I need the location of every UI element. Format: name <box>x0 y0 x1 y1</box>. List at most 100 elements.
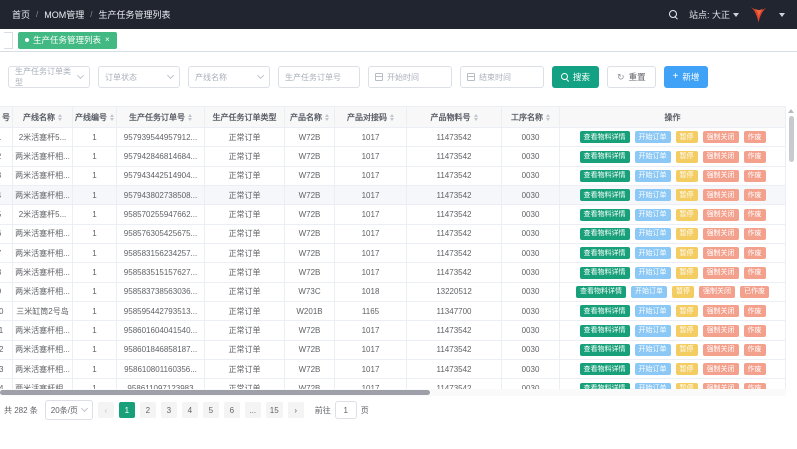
pause-button[interactable]: 暂停 <box>676 325 698 337</box>
next-page-button[interactable]: › <box>288 402 304 418</box>
view-material-button[interactable]: 查看物料详情 <box>580 228 630 240</box>
sort-caret-icon[interactable] <box>546 114 550 121</box>
start-order-button[interactable]: 开始订单 <box>635 344 671 356</box>
start-order-button[interactable]: 开始订单 <box>635 170 671 182</box>
force-close-button[interactable]: 强制关闭 <box>703 363 739 375</box>
site-selector[interactable]: 站点: 大正 <box>689 8 739 21</box>
start-order-button[interactable]: 开始订单 <box>635 247 671 259</box>
close-icon[interactable]: × <box>105 36 110 44</box>
horizontal-scrollbar-thumb[interactable] <box>0 390 430 395</box>
column-header-order-no[interactable]: 生产任务订单号 <box>117 107 205 127</box>
column-header-process-name[interactable]: 工序名称 <box>502 107 560 127</box>
logo-phoenix-icon[interactable] <box>749 6 769 24</box>
column-header-product-material-no[interactable]: 产品物料号 <box>407 107 502 127</box>
void-button[interactable]: 作废 <box>744 305 766 317</box>
end-time-picker[interactable]: 结束时间 <box>460 66 544 88</box>
view-material-button[interactable]: 查看物料详情 <box>580 209 630 221</box>
user-menu-caret-icon[interactable] <box>779 13 785 17</box>
breadcrumb-mom[interactable]: MOM管理 <box>44 8 84 21</box>
force-close-button[interactable]: 强制关闭 <box>703 209 739 221</box>
void-button[interactable]: 作废 <box>744 228 766 240</box>
pause-button[interactable]: 暂停 <box>676 131 698 143</box>
page-button-1[interactable]: 1 <box>119 402 135 418</box>
reset-button[interactable]: ↻ 重置 <box>607 66 656 88</box>
line-name-select[interactable]: 产线名称 <box>188 66 270 88</box>
pause-button[interactable]: 暂停 <box>676 151 698 163</box>
sort-caret-icon[interactable] <box>474 114 478 121</box>
view-material-button[interactable]: 查看物料详情 <box>576 286 626 298</box>
search-icon[interactable] <box>669 10 679 20</box>
pause-button[interactable]: 暂停 <box>676 189 698 201</box>
start-order-button[interactable]: 开始订单 <box>635 189 671 201</box>
view-material-button[interactable]: 查看物料详情 <box>580 247 630 259</box>
void-button[interactable]: 作废 <box>744 131 766 143</box>
page-button-15[interactable]: 15 <box>266 402 283 418</box>
order-status-select[interactable]: 订单状态 <box>98 66 180 88</box>
view-material-button[interactable]: 查看物料详情 <box>580 305 630 317</box>
void-button[interactable]: 作废 <box>744 151 766 163</box>
pause-button[interactable]: 暂停 <box>676 247 698 259</box>
view-material-button[interactable]: 查看物料详情 <box>580 151 630 163</box>
start-order-button[interactable]: 开始订单 <box>635 267 671 279</box>
start-order-button[interactable]: 开始订单 <box>635 131 671 143</box>
sort-caret-icon[interactable] <box>325 114 329 121</box>
sort-caret-icon[interactable] <box>188 114 192 121</box>
pause-button[interactable]: 暂停 <box>676 305 698 317</box>
view-material-button[interactable]: 查看物料详情 <box>580 325 630 337</box>
void-button[interactable]: 作废 <box>744 363 766 375</box>
order-type-select[interactable]: 生产任务订单类型 <box>8 66 90 88</box>
view-material-button[interactable]: 查看物料详情 <box>580 131 630 143</box>
start-order-button[interactable]: 开始订单 <box>635 305 671 317</box>
start-order-button[interactable]: 开始订单 <box>635 209 671 221</box>
view-material-button[interactable]: 查看物料详情 <box>580 363 630 375</box>
pause-button[interactable]: 暂停 <box>676 170 698 182</box>
prev-page-button[interactable]: ‹ <box>98 402 114 418</box>
start-order-button[interactable]: 开始订单 <box>635 228 671 240</box>
force-close-button[interactable]: 强制关闭 <box>703 267 739 279</box>
view-material-button[interactable]: 查看物料详情 <box>580 189 630 201</box>
search-button[interactable]: 搜索 <box>552 66 599 88</box>
void-button[interactable]: 已作废 <box>740 286 769 298</box>
breadcrumb-home[interactable]: 首页 <box>12 8 30 21</box>
sort-caret-icon[interactable] <box>58 114 62 121</box>
page-button-4[interactable]: 4 <box>182 402 198 418</box>
pause-button[interactable]: 暂停 <box>672 286 694 298</box>
sort-caret-icon[interactable] <box>390 114 394 121</box>
force-close-button[interactable]: 强制关闭 <box>703 151 739 163</box>
partial-tab[interactable] <box>4 32 13 49</box>
column-header-line-no[interactable]: 产线编号 <box>73 107 117 127</box>
tab-production-task-list[interactable]: 生产任务管理列表 × <box>18 32 117 49</box>
start-order-button[interactable]: 开始订单 <box>635 325 671 337</box>
pause-button[interactable]: 暂停 <box>676 363 698 375</box>
horizontal-scrollbar[interactable] <box>0 389 786 396</box>
void-button[interactable]: 作废 <box>744 267 766 279</box>
goto-page-input[interactable] <box>335 401 357 419</box>
column-header-product-dock-code[interactable]: 产品对接码 <box>335 107 407 127</box>
force-close-button[interactable]: 强制关闭 <box>703 325 739 337</box>
column-header-product-name[interactable]: 产品名称 <box>285 107 335 127</box>
view-material-button[interactable]: 查看物料详情 <box>580 344 630 356</box>
start-time-picker[interactable]: 开始时间 <box>368 66 452 88</box>
void-button[interactable]: 作废 <box>744 189 766 201</box>
page-button-5[interactable]: 5 <box>203 402 219 418</box>
force-close-button[interactable]: 强制关闭 <box>699 286 735 298</box>
view-material-button[interactable]: 查看物料详情 <box>580 170 630 182</box>
page-size-select[interactable]: 20条/页 <box>45 400 93 420</box>
vertical-scrollbar[interactable] <box>787 107 795 388</box>
view-material-button[interactable]: 查看物料详情 <box>580 267 630 279</box>
force-close-button[interactable]: 强制关闭 <box>703 228 739 240</box>
page-button-6[interactable]: 6 <box>224 402 240 418</box>
page-button-2[interactable]: 2 <box>140 402 156 418</box>
sort-caret-icon[interactable] <box>110 114 114 121</box>
pause-button[interactable]: 暂停 <box>676 209 698 221</box>
order-no-input[interactable]: 生产任务订单号 <box>278 66 360 88</box>
start-order-button[interactable]: 开始订单 <box>631 286 667 298</box>
void-button[interactable]: 作废 <box>744 247 766 259</box>
page-button-3[interactable]: 3 <box>161 402 177 418</box>
force-close-button[interactable]: 强制关闭 <box>703 170 739 182</box>
start-order-button[interactable]: 开始订单 <box>635 151 671 163</box>
force-close-button[interactable]: 强制关闭 <box>703 344 739 356</box>
force-close-button[interactable]: 强制关闭 <box>703 131 739 143</box>
pause-button[interactable]: 暂停 <box>676 228 698 240</box>
page-ellipsis[interactable]: ... <box>245 402 261 418</box>
